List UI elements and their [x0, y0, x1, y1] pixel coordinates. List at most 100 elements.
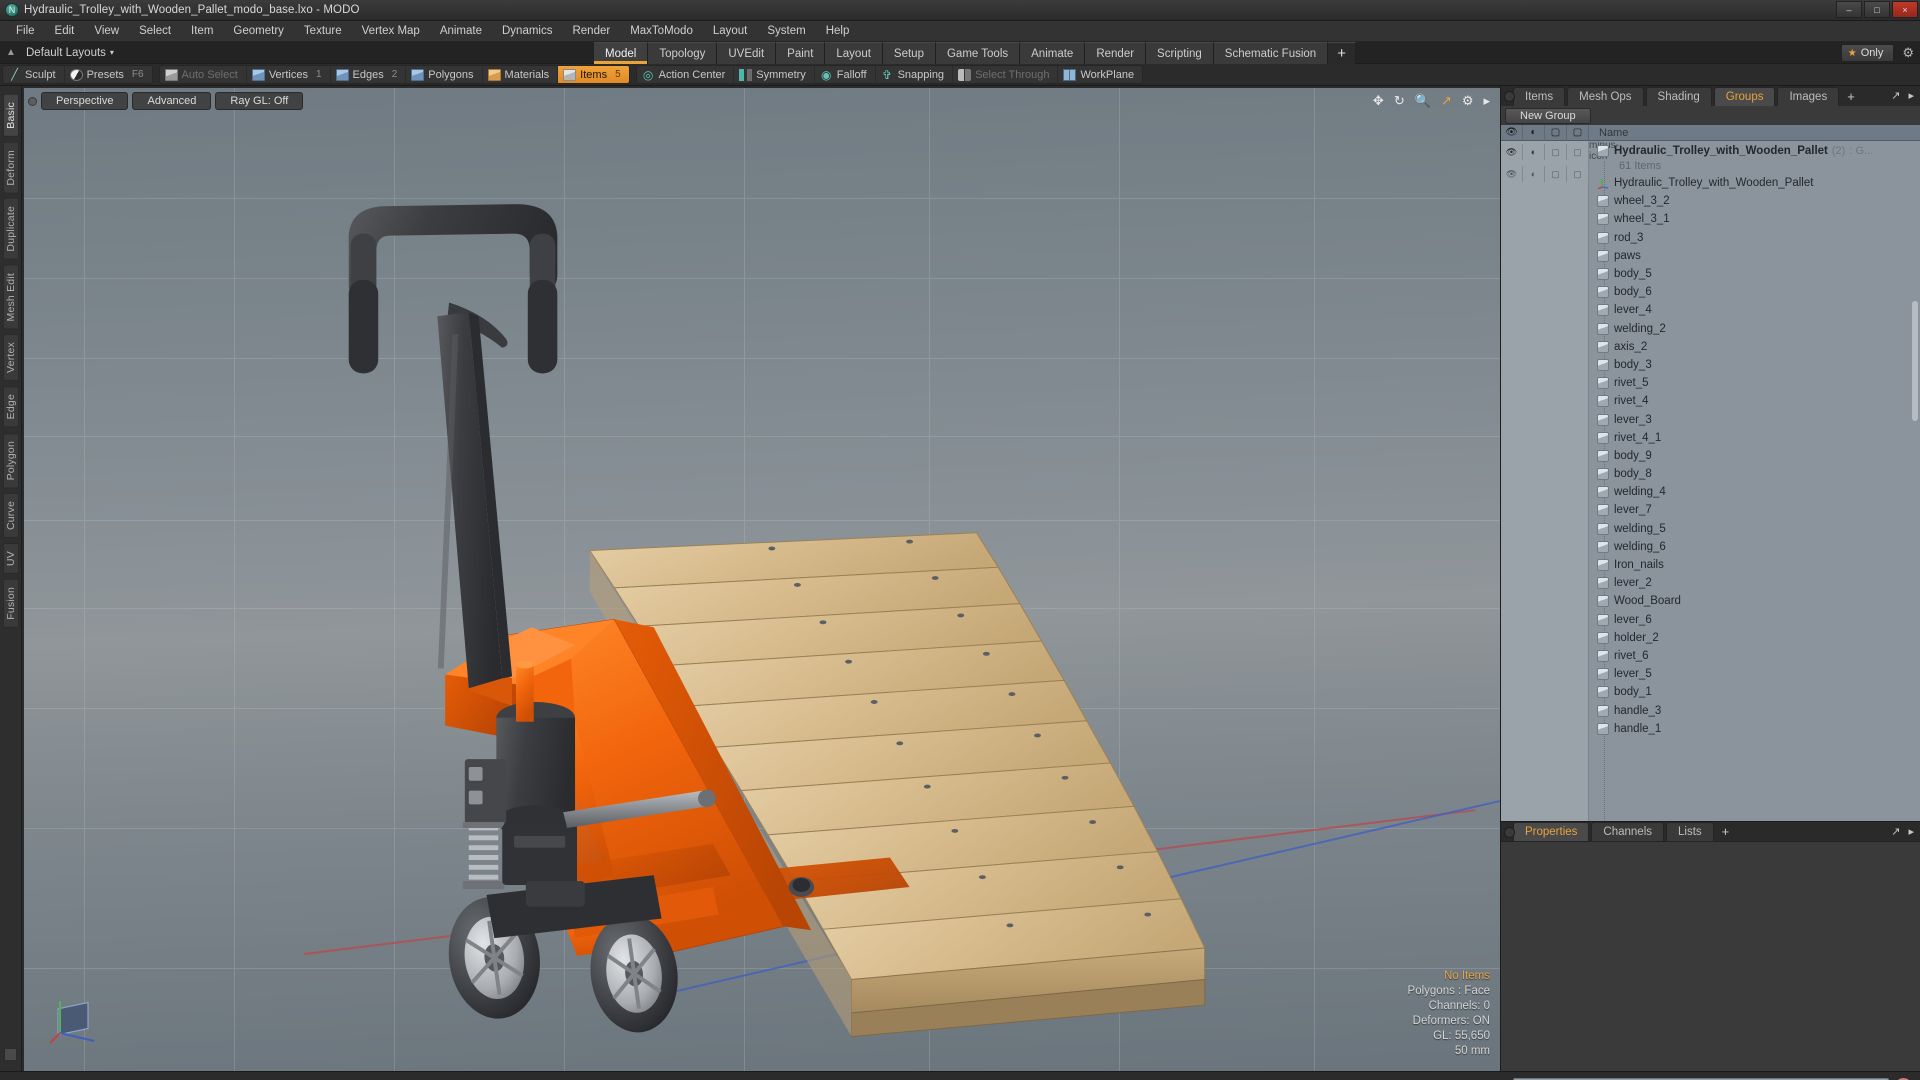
menu-file[interactable]: File	[6, 23, 45, 39]
left-tab-basic[interactable]: Basic	[2, 94, 19, 137]
left-tab-vertex[interactable]: Vertex	[2, 334, 19, 382]
column-shading[interactable]: ◐	[1523, 124, 1545, 141]
list-item[interactable]: handle_1	[1501, 720, 1920, 738]
menu-animate[interactable]: Animate	[430, 23, 492, 39]
group-item-list[interactable]: 👁 ◐ ▢ ▢ 👁 ◐ ▢ ▢ minus-icon Hydraulic_Tro…	[1501, 141, 1920, 821]
viewport-3d[interactable]: Perspective Advanced Ray GL: Off ✥ ↻ 🔍 ↗…	[24, 88, 1500, 1071]
add-panel-tab-button[interactable]: +	[1841, 87, 1861, 106]
list-item[interactable]: welding_5	[1501, 520, 1920, 538]
left-tab-duplicate[interactable]: Duplicate	[2, 198, 19, 260]
list-item[interactable]: wheel_3_1	[1501, 210, 1920, 228]
snapping-button[interactable]: ✞ Snapping	[876, 66, 954, 83]
viewport-menu-dot-icon[interactable]	[28, 96, 37, 106]
expand-icon[interactable]: ↗	[1891, 89, 1900, 102]
layout-tab-setup[interactable]: Setup	[882, 42, 936, 64]
menu-edit[interactable]: Edit	[45, 23, 85, 39]
falloff-button[interactable]: ◉ Falloff	[815, 66, 876, 83]
layout-tab-topology[interactable]: Topology	[648, 42, 718, 64]
collapse-arrow-icon[interactable]: ▲	[0, 47, 22, 58]
materials-button[interactable]: Materials	[483, 66, 559, 83]
list-item[interactable]: body_3	[1501, 356, 1920, 374]
column-lock[interactable]: ▢	[1567, 124, 1589, 141]
layout-tab-render[interactable]: Render	[1085, 42, 1147, 64]
chevron-right-icon[interactable]: ▸	[1908, 89, 1914, 102]
list-item[interactable]: body_1	[1501, 683, 1920, 701]
chevron-down-icon[interactable]: ▾	[106, 48, 114, 57]
menu-layout[interactable]: Layout	[703, 23, 758, 39]
polygons-button[interactable]: Polygons	[406, 66, 483, 83]
menu-dynamics[interactable]: Dynamics	[492, 23, 562, 39]
layout-tab-game-tools[interactable]: Game Tools	[935, 42, 1021, 64]
list-item[interactable]: body_8	[1501, 465, 1920, 483]
list-item[interactable]: body_5	[1501, 265, 1920, 283]
list-item[interactable]: Iron_nails	[1501, 556, 1920, 574]
tab-images[interactable]: Images	[1777, 87, 1840, 106]
layout-tab-model[interactable]: Model	[594, 42, 649, 64]
default-layouts-label[interactable]: Default Layouts	[22, 47, 106, 59]
list-item[interactable]: lever_3	[1501, 410, 1920, 428]
list-item[interactable]: Wood_Board	[1501, 592, 1920, 610]
left-tab-fusion[interactable]: Fusion	[2, 579, 19, 628]
tab-properties[interactable]: Properties	[1513, 822, 1590, 841]
panel-menu-dot-icon[interactable]	[1504, 91, 1515, 102]
menu-item[interactable]: Item	[181, 23, 223, 39]
menu-geometry[interactable]: Geometry	[223, 23, 294, 39]
layout-tab-uvedit[interactable]: UVEdit	[717, 42, 777, 64]
sculpt-button[interactable]: ╱ Sculpt	[3, 66, 65, 83]
viewport-tab-advanced[interactable]: Advanced	[132, 92, 212, 110]
menu-render[interactable]: Render	[562, 23, 620, 39]
menu-maxtomodo[interactable]: MaxToModo	[620, 23, 703, 39]
tab-groups[interactable]: Groups	[1713, 87, 1776, 106]
list-item[interactable]: body_6	[1501, 283, 1920, 301]
action-center-button[interactable]: ◎ Action Center	[637, 66, 735, 83]
list-item[interactable]: body_9	[1501, 447, 1920, 465]
minimize-button[interactable]: –	[1836, 1, 1862, 18]
column-visibility[interactable]: 👁	[1501, 124, 1523, 141]
left-tab-edge[interactable]: Edge	[2, 386, 19, 428]
presets-button[interactable]: Presets F6	[65, 66, 152, 83]
list-item[interactable]: welding_2	[1501, 320, 1920, 338]
layout-tab-schematic-fusion[interactable]: Schematic Fusion	[1213, 42, 1329, 64]
left-tab-curve[interactable]: Curve	[2, 493, 19, 539]
symmetry-button[interactable]: Symmetry	[734, 66, 815, 83]
list-item[interactable]: Hydraulic_Trolley_with_Wooden_Pallet	[1501, 174, 1920, 192]
auto-select-button[interactable]: Auto Select	[160, 66, 247, 83]
layout-tab-animate[interactable]: Animate	[1020, 42, 1086, 64]
list-item[interactable]: rivet_6	[1501, 647, 1920, 665]
tab-shading[interactable]: Shading	[1645, 87, 1712, 106]
layout-tab-scripting[interactable]: Scripting	[1146, 42, 1214, 64]
zoom-icon[interactable]: 🔍	[1415, 93, 1431, 109]
list-item[interactable]: welding_6	[1501, 538, 1920, 556]
axis-gizmo[interactable]	[48, 989, 104, 1049]
select-through-button[interactable]: Select Through	[953, 66, 1059, 83]
items-button[interactable]: Items 5	[558, 66, 629, 83]
list-item[interactable]: rivet_4_1	[1501, 429, 1920, 447]
list-item[interactable]: lever_4	[1501, 301, 1920, 319]
list-item[interactable]: rod_3	[1501, 229, 1920, 247]
menu-texture[interactable]: Texture	[294, 23, 352, 39]
list-item[interactable]: lever_6	[1501, 611, 1920, 629]
list-item[interactable]: paws	[1501, 247, 1920, 265]
fit-icon[interactable]: ↗	[1441, 93, 1452, 109]
workplane-button[interactable]: WorkPlane	[1058, 66, 1142, 83]
vertices-button[interactable]: Vertices 1	[247, 66, 331, 83]
list-item[interactable]: holder_2	[1501, 629, 1920, 647]
left-tab-polygon[interactable]: Polygon	[2, 432, 19, 489]
group-header-row[interactable]: minus-icon Hydraulic_Trolley_with_Wooden…	[1501, 141, 1920, 162]
gear-icon[interactable]: ⚙	[1902, 45, 1914, 61]
minus-icon[interactable]: minus-icon	[1589, 141, 1619, 162]
viewport-tab-perspective[interactable]: Perspective	[41, 92, 129, 110]
tab-lists[interactable]: Lists	[1666, 822, 1714, 841]
properties-menu-dot-icon[interactable]	[1504, 827, 1515, 838]
list-item[interactable]: lever_7	[1501, 501, 1920, 519]
column-render[interactable]: ▢	[1545, 124, 1567, 141]
list-item[interactable]: lever_2	[1501, 574, 1920, 592]
left-tab-uv[interactable]: UV	[2, 543, 19, 575]
add-layout-tab-button[interactable]: +	[1328, 42, 1356, 64]
move-icon[interactable]: ✥	[1373, 93, 1384, 109]
rotate-icon[interactable]: ↻	[1394, 93, 1405, 109]
list-item[interactable]: lever_5	[1501, 665, 1920, 683]
menu-select[interactable]: Select	[129, 23, 181, 39]
list-item[interactable]: handle_3	[1501, 701, 1920, 719]
list-item[interactable]: axis_2	[1501, 338, 1920, 356]
